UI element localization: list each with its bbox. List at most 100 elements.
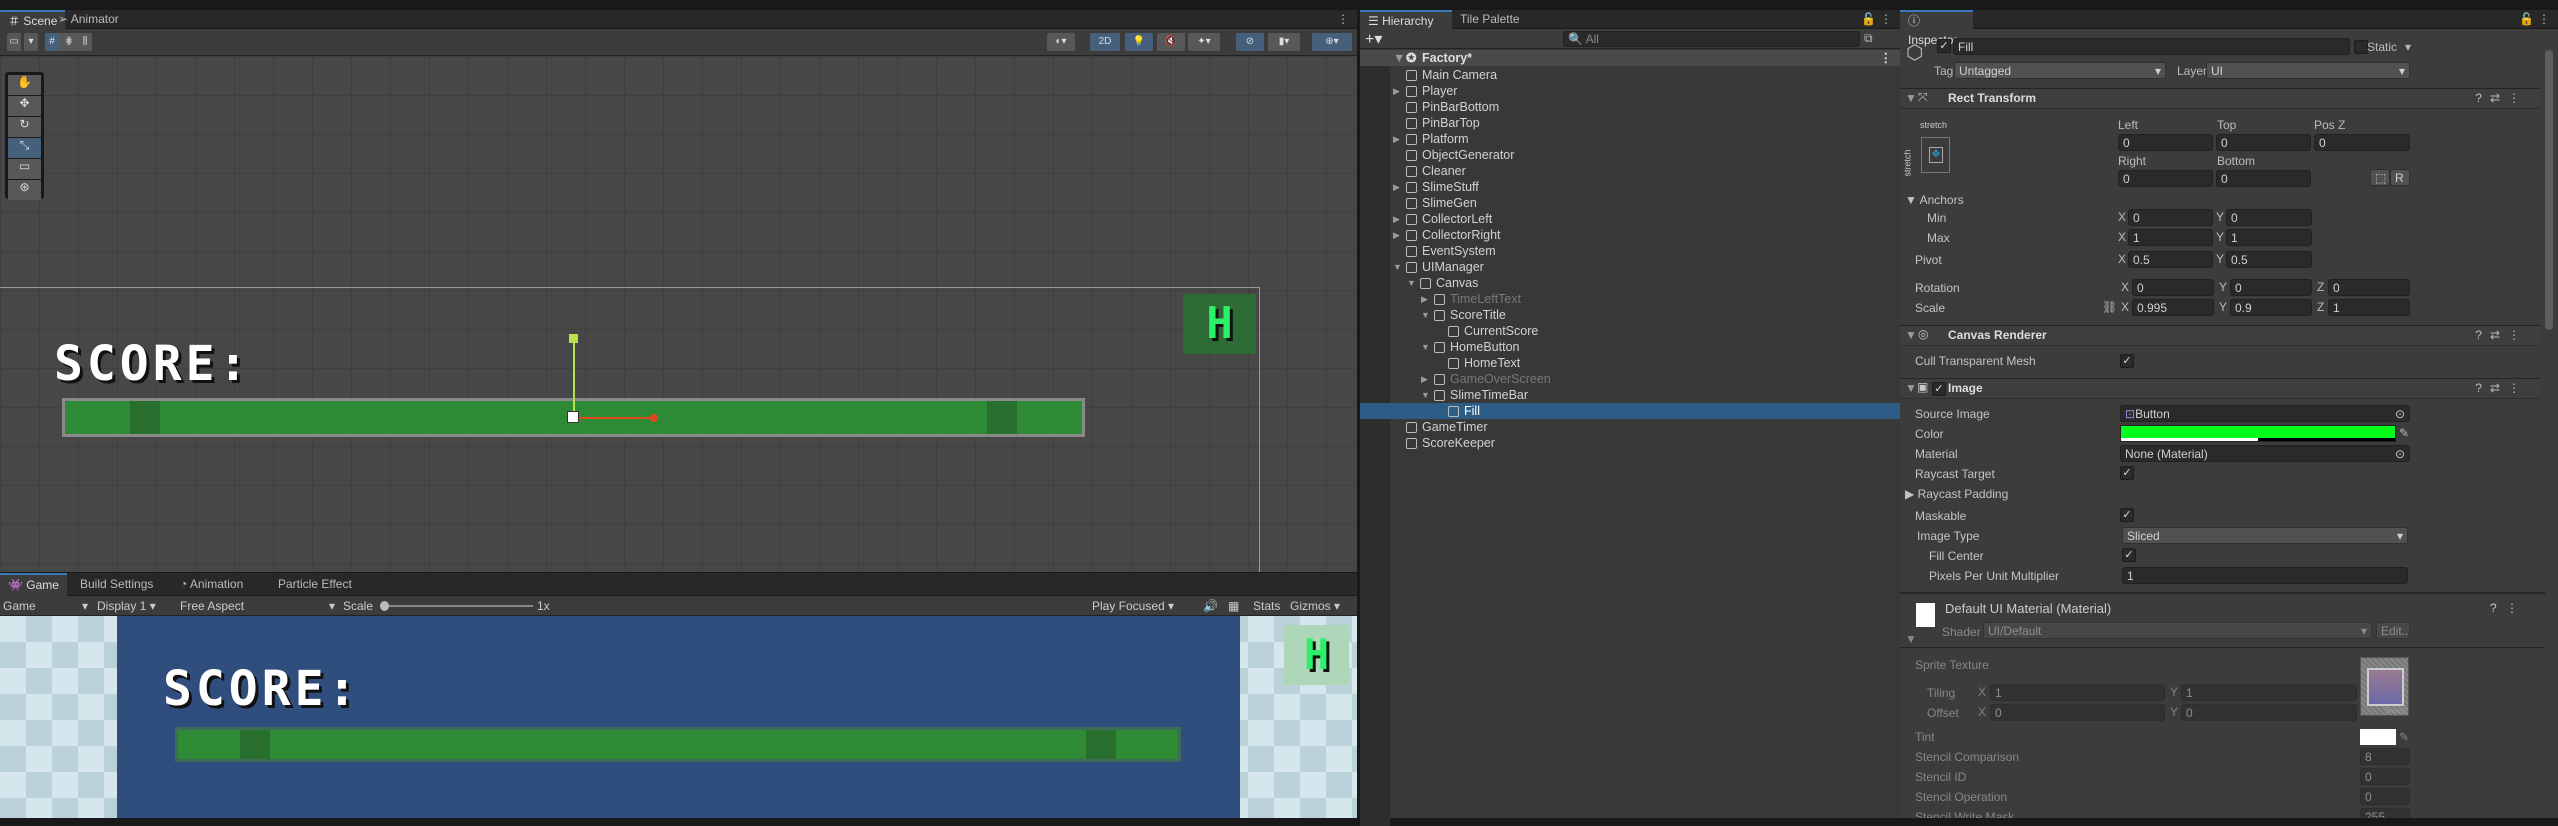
edit-shader-button[interactable]: Edit... [2376, 622, 2410, 639]
draw-mode-button[interactable]: ▭ [7, 33, 21, 51]
object-name-input[interactable]: Fill [1953, 38, 2350, 55]
right-input[interactable]: 0 [2118, 170, 2213, 187]
hierarchy-item[interactable]: Cleaner [1360, 163, 1900, 179]
posz-input[interactable]: 0 [2314, 134, 2410, 151]
hierarchy-item[interactable]: ▶ Player [1360, 83, 1900, 99]
hierarchy-item[interactable]: ▶ GameOverScreen [1360, 371, 1900, 387]
anchors-foldout[interactable]: ▼ Anchors [1905, 191, 1964, 209]
material-field[interactable]: None (Material) ⊙ [2120, 445, 2410, 462]
home-button[interactable]: H [1183, 294, 1256, 354]
expand-arrow-icon[interactable]: ▶ [1421, 371, 1428, 387]
expand-arrow-icon[interactable]: ▶ [1393, 83, 1400, 99]
display-dropdown[interactable]: Display 1 ▾ [97, 596, 177, 616]
tiling-y[interactable]: 1 [2181, 684, 2357, 701]
more-icon[interactable]: ⋮ [1329, 10, 1357, 29]
image-header[interactable]: ▼ ▣ ✓ Image ?⇄⋮ [1900, 378, 2540, 399]
static-dropdown-icon[interactable]: ▾ [2405, 39, 2411, 56]
grid-icon[interactable]: ▦ [1228, 596, 1239, 616]
scale-z[interactable]: 1 [2328, 299, 2410, 316]
top-input[interactable]: 0 [2216, 134, 2311, 151]
expand-arrow-icon[interactable]: ▶ [1393, 179, 1400, 195]
hierarchy-item[interactable]: ▼ ScoreTitle [1360, 307, 1900, 323]
hierarchy-item[interactable]: SlimeGen [1360, 195, 1900, 211]
active-checkbox[interactable]: ✓ [1937, 39, 1951, 53]
anchor-preset-button[interactable]: ✥ [1921, 137, 1950, 173]
scrollbar[interactable] [2545, 50, 2553, 330]
aspect-dropdown[interactable]: Free Aspect ▾ [180, 596, 335, 616]
ppu-input[interactable]: 1 [2122, 567, 2408, 584]
scale-slider[interactable] [383, 605, 533, 607]
hierarchy-item[interactable]: ▼ SlimeTimeBar [1360, 387, 1900, 403]
lighting-dropdown[interactable]: ◐▾ [1047, 33, 1075, 51]
increment-snap-button[interactable]: ⫼ [78, 33, 92, 51]
image-enabled-checkbox[interactable]: ✓ [1932, 382, 1946, 396]
snap-settings-button[interactable]: ⋕ [62, 33, 76, 51]
rect-transform-header[interactable]: ▼ ⤧ Rect Transform ?⇄⋮ [1900, 88, 2540, 109]
mute-audio-icon[interactable]: 🔊 [1203, 596, 1218, 616]
collapse-arrow-icon[interactable]: ▼ [1421, 387, 1430, 403]
tab-animation[interactable]: ◔ Animation [172, 573, 251, 592]
y-axis-handle[interactable] [573, 337, 575, 419]
game-home-button[interactable]: H [1284, 625, 1349, 685]
hierarchy-item[interactable]: ▼ Canvas [1360, 275, 1900, 291]
layer-dropdown[interactable]: UI ▾ [2206, 62, 2410, 79]
game-view[interactable]: SCORE: H [0, 616, 1357, 818]
x-axis-handle[interactable] [574, 417, 654, 419]
anchor-min-x[interactable]: 0 [2128, 209, 2213, 226]
expand-arrow-icon[interactable]: ▶ [1421, 291, 1428, 307]
view-dropdown[interactable]: Game ▾ [3, 596, 88, 616]
collapse-arrow-icon[interactable]: ▼ [1393, 259, 1402, 275]
pivot-x[interactable]: 0.5 [2128, 251, 2213, 268]
stencil-write-mask-input[interactable]: 255 [2360, 808, 2410, 818]
hierarchy-item[interactable]: ▶ SlimeStuff [1360, 179, 1900, 195]
hierarchy-item[interactable]: ▼ HomeButton [1360, 339, 1900, 355]
play-mode-dropdown[interactable]: Play Focused ▾ [1092, 596, 1174, 616]
snap-button[interactable]: # [45, 33, 59, 51]
raycast-target-checkbox[interactable]: ✓ [2120, 466, 2134, 480]
gizmos-button[interactable]: Gizmos ▾ [1290, 596, 1340, 616]
score-label[interactable]: SCORE: [54, 336, 251, 392]
texture-thumbnail[interactable]: Select [2360, 657, 2409, 716]
tab-animator[interactable]: ➢ Animator [30, 10, 127, 29]
eyedropper-icon[interactable]: ✎ [2399, 729, 2409, 746]
x-axis-handle-tip[interactable] [650, 414, 658, 422]
more-icon[interactable]: ⋮ [1880, 50, 1893, 66]
more-icon[interactable]: ⋮ [2506, 601, 2518, 615]
expand-arrow-icon[interactable]: ▶ [1393, 227, 1400, 243]
hierarchy-item[interactable]: ▶ TimeLeftText [1360, 291, 1900, 307]
pivot-y[interactable]: 0.5 [2226, 251, 2312, 268]
lighting-toggle[interactable]: 💡 [1125, 33, 1153, 51]
y-axis-handle-tip[interactable] [569, 334, 578, 343]
color-swatch[interactable] [2120, 425, 2396, 442]
expand-arrow-icon[interactable]: ▶ [1393, 131, 1400, 147]
tab-game[interactable]: 👾 Game [0, 573, 67, 596]
hierarchy-item[interactable]: HomeText [1360, 355, 1900, 371]
constrain-proportions-icon[interactable]: ⛓ [2102, 299, 2117, 316]
hierarchy-item[interactable]: PinBarBottom [1360, 99, 1900, 115]
hierarchy-item[interactable]: Fill [1360, 403, 1900, 419]
image-type-dropdown[interactable]: Sliced ▾ [2122, 527, 2408, 544]
scale-tool[interactable]: ⤡ [8, 138, 41, 158]
stencil-id-input[interactable]: 0 [2360, 768, 2410, 785]
tint-swatch[interactable] [2360, 729, 2396, 745]
cull-checkbox[interactable]: ✓ [2120, 354, 2134, 368]
more-icon[interactable]: ⋮ [1872, 10, 1900, 29]
offset-y[interactable]: 0 [2181, 704, 2357, 721]
static-checkbox[interactable] [2354, 40, 2368, 54]
rotation-x[interactable]: 0 [2132, 279, 2214, 296]
scale-x[interactable]: 0.995 [2132, 299, 2214, 316]
fill-center-checkbox[interactable]: ✓ [2122, 548, 2136, 562]
hierarchy-item[interactable]: EventSystem [1360, 243, 1900, 259]
eyedropper-icon[interactable]: ✎ [2399, 425, 2409, 442]
tab-particle-effect[interactable]: Particle Effect [270, 573, 360, 592]
hierarchy-item[interactable]: CurrentScore [1360, 323, 1900, 339]
component-actions[interactable]: ?⇄⋮ [2475, 328, 2528, 342]
tiling-x[interactable]: 1 [1990, 684, 2165, 701]
hierarchy-item[interactable]: PinBarTop [1360, 115, 1900, 131]
add-button[interactable]: +▾ [1365, 29, 1382, 49]
render-mode-button[interactable]: ▾ [24, 33, 38, 51]
rotation-z[interactable]: 0 [2328, 279, 2410, 296]
tab-hierarchy[interactable]: ☰ Hierarchy [1360, 10, 1452, 29]
hierarchy-item[interactable]: GameTimer [1360, 419, 1900, 435]
collapse-arrow-icon[interactable]: ▼ [1421, 307, 1430, 323]
